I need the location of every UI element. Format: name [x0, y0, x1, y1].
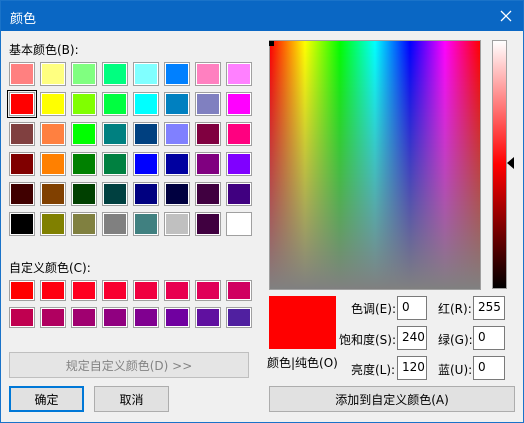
color-preview	[269, 296, 336, 349]
basic-colors-label: 基本颜色(B):	[9, 43, 79, 57]
basic-color-swatch[interactable]	[133, 182, 159, 206]
luminance-arrow-icon[interactable]	[507, 157, 514, 169]
basic-color-swatch[interactable]	[9, 62, 35, 86]
custom-colors-grid	[9, 280, 252, 328]
custom-color-swatch[interactable]	[40, 307, 66, 328]
basic-color-swatch[interactable]	[9, 122, 35, 146]
color-spectrum[interactable]	[269, 40, 481, 290]
add-to-custom-colors-button[interactable]: 添加到自定义颜色(A)	[269, 386, 515, 412]
red-label: 红(R):	[438, 302, 472, 316]
basic-color-swatch[interactable]	[9, 152, 35, 176]
cancel-button[interactable]: 取消	[94, 386, 169, 412]
luminance-input[interactable]: 120	[397, 356, 427, 380]
basic-color-swatch[interactable]	[164, 152, 190, 176]
basic-color-swatch[interactable]	[71, 62, 97, 86]
basic-color-swatch[interactable]	[71, 122, 97, 146]
preview-label: 颜色|纯色(O)	[267, 356, 338, 370]
custom-color-swatch[interactable]	[40, 280, 66, 301]
basic-color-swatch[interactable]	[71, 182, 97, 206]
basic-color-swatch[interactable]	[71, 212, 97, 236]
basic-color-swatch[interactable]	[71, 152, 97, 176]
basic-color-swatch[interactable]	[102, 212, 128, 236]
basic-color-swatch[interactable]	[195, 62, 221, 86]
hue-label: 色调(E):	[351, 302, 396, 316]
custom-color-swatch[interactable]	[102, 307, 128, 328]
custom-color-swatch[interactable]	[102, 280, 128, 301]
close-icon	[500, 10, 512, 22]
basic-color-swatch[interactable]	[133, 212, 159, 236]
red-input[interactable]: 255	[473, 296, 505, 320]
custom-color-swatch[interactable]	[195, 307, 221, 328]
basic-color-swatch[interactable]	[164, 212, 190, 236]
basic-color-swatch[interactable]	[226, 212, 252, 236]
custom-color-swatch[interactable]	[133, 280, 159, 301]
custom-color-swatch[interactable]	[226, 307, 252, 328]
basic-color-swatch[interactable]	[40, 92, 66, 116]
basic-color-swatch[interactable]	[164, 182, 190, 206]
custom-color-swatch[interactable]	[71, 280, 97, 301]
color-dialog: 颜色 基本颜色(B): 自定义颜色(C): 规定自定义颜色(D) >> 确定 取…	[0, 0, 524, 423]
custom-color-swatch[interactable]	[9, 307, 35, 328]
basic-color-swatch[interactable]	[195, 182, 221, 206]
basic-color-swatch[interactable]	[195, 122, 221, 146]
blue-label: 蓝(U):	[438, 363, 473, 377]
basic-color-swatch[interactable]	[40, 152, 66, 176]
basic-colors-grid	[7, 62, 252, 236]
basic-color-swatch[interactable]	[40, 182, 66, 206]
title-bar: 颜色	[1, 1, 523, 31]
custom-color-swatch[interactable]	[226, 280, 252, 301]
basic-color-swatch[interactable]	[226, 182, 252, 206]
hue-input[interactable]: 0	[397, 296, 427, 320]
green-label: 绿(G):	[438, 333, 473, 347]
basic-color-swatch[interactable]	[133, 92, 159, 116]
custom-colors-label: 自定义颜色(C):	[9, 261, 91, 275]
basic-color-swatch[interactable]	[226, 152, 252, 176]
custom-color-swatch[interactable]	[164, 280, 190, 301]
custom-color-swatch[interactable]	[133, 307, 159, 328]
basic-color-swatch[interactable]	[164, 122, 190, 146]
basic-color-swatch[interactable]	[102, 182, 128, 206]
basic-color-swatch[interactable]	[102, 92, 128, 116]
saturation-input[interactable]: 240	[397, 326, 427, 350]
basic-color-swatch[interactable]	[226, 62, 252, 86]
basic-color-swatch[interactable]	[226, 92, 252, 116]
basic-color-swatch[interactable]	[164, 62, 190, 86]
custom-color-swatch[interactable]	[71, 307, 97, 328]
basic-color-swatch[interactable]	[9, 212, 35, 236]
basic-color-swatch[interactable]	[102, 122, 128, 146]
custom-color-swatch[interactable]	[195, 280, 221, 301]
custom-color-swatch[interactable]	[164, 307, 190, 328]
basic-color-swatch[interactable]	[7, 90, 37, 118]
green-input[interactable]: 0	[473, 326, 505, 350]
luminance-slider[interactable]	[492, 40, 507, 289]
basic-color-swatch[interactable]	[133, 62, 159, 86]
basic-color-swatch[interactable]	[71, 92, 97, 116]
basic-color-swatch[interactable]	[195, 212, 221, 236]
basic-color-swatch[interactable]	[226, 122, 252, 146]
saturation-label: 饱和度(S):	[339, 333, 397, 347]
basic-color-swatch[interactable]	[195, 152, 221, 176]
basic-color-swatch[interactable]	[102, 152, 128, 176]
define-custom-colors-button[interactable]: 规定自定义颜色(D) >>	[9, 352, 249, 378]
window-title: 颜色	[10, 12, 37, 27]
basic-color-swatch[interactable]	[195, 92, 221, 116]
basic-color-swatch[interactable]	[164, 92, 190, 116]
basic-color-swatch[interactable]	[9, 182, 35, 206]
basic-color-swatch[interactable]	[40, 122, 66, 146]
luminance-label: 亮度(L):	[351, 363, 396, 377]
basic-color-swatch[interactable]	[133, 122, 159, 146]
blue-input[interactable]: 0	[473, 356, 505, 380]
spectrum-crosshair[interactable]	[269, 41, 274, 46]
basic-color-swatch[interactable]	[40, 62, 66, 86]
basic-color-swatch[interactable]	[40, 212, 66, 236]
ok-button[interactable]: 确定	[9, 386, 84, 412]
basic-color-swatch[interactable]	[133, 152, 159, 176]
basic-color-swatch[interactable]	[102, 62, 128, 86]
close-button[interactable]	[489, 1, 523, 31]
custom-color-swatch[interactable]	[9, 280, 35, 301]
